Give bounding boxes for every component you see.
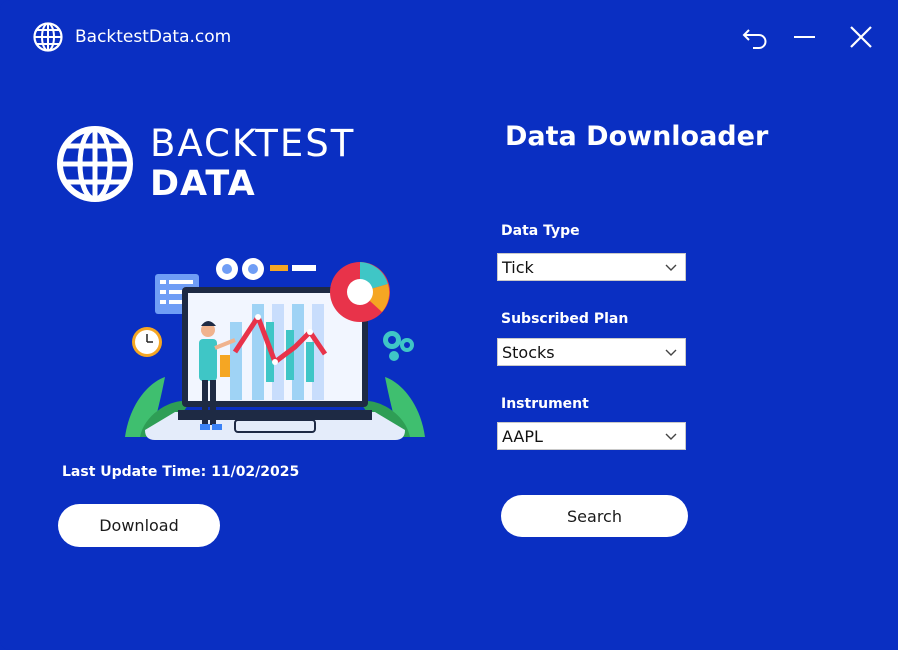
undo-icon[interactable] — [740, 22, 770, 52]
logo-text-bottom: DATA — [150, 164, 256, 204]
close-icon[interactable] — [846, 22, 876, 52]
instrument-select[interactable]: AAPL — [497, 422, 686, 450]
minimize-icon[interactable] — [790, 22, 820, 52]
app-window: BacktestData.com BACKTEST DATA Last Upda… — [0, 0, 898, 650]
chevron-down-icon — [665, 349, 677, 356]
logo-text-top: BACKTEST — [150, 122, 356, 165]
subscribed-plan-value: Stocks — [502, 342, 555, 362]
search-button[interactable]: Search — [501, 495, 688, 537]
subscribed-plan-select[interactable]: Stocks — [497, 338, 686, 366]
title-bar: BacktestData.com — [0, 0, 898, 74]
data-type-label: Data Type — [501, 223, 580, 239]
chevron-down-icon — [665, 264, 677, 271]
data-analytics-illustration — [125, 258, 425, 440]
download-button[interactable]: Download — [58, 504, 220, 547]
page-title: Data Downloader — [505, 121, 769, 152]
chevron-down-icon — [665, 433, 677, 440]
brand-logo: BACKTEST DATA — [55, 124, 375, 206]
data-type-select[interactable]: Tick — [497, 253, 686, 281]
last-update-time: Last Update Time: 11/02/2025 — [62, 464, 300, 480]
window-title: BacktestData.com — [75, 27, 232, 47]
globe-icon — [33, 22, 63, 52]
logo-globe-icon — [57, 126, 133, 202]
instrument-value: AAPL — [502, 426, 543, 446]
subscribed-plan-label: Subscribed Plan — [501, 311, 629, 327]
data-type-value: Tick — [502, 257, 534, 277]
instrument-label: Instrument — [501, 396, 589, 412]
